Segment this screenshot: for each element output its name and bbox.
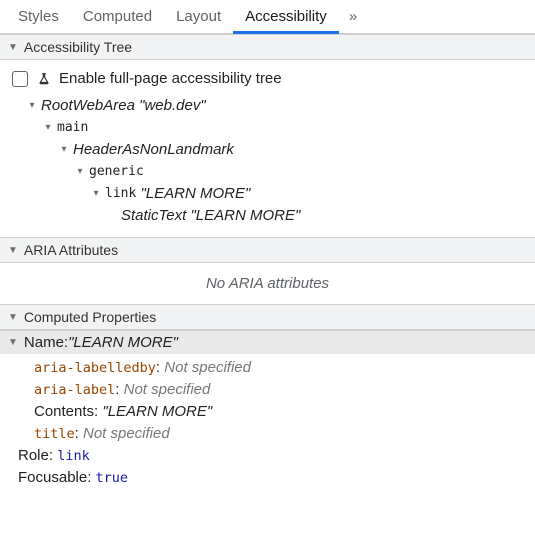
attr-value: Not specified xyxy=(83,425,170,442)
tab-styles[interactable]: Styles xyxy=(6,0,71,34)
tree-caret-icon[interactable]: ▾ xyxy=(74,161,86,183)
attr-name: title xyxy=(34,426,75,442)
tree-node-link[interactable]: ▾ link "LEARN MORE" xyxy=(12,183,525,205)
tab-computed[interactable]: Computed xyxy=(71,0,164,34)
prop-focusable: Focusable: true xyxy=(10,467,525,489)
prop-contents: Contents: "LEARN MORE" xyxy=(10,401,525,423)
section-header-computed-properties[interactable]: ▼ Computed Properties xyxy=(0,304,535,330)
tab-layout[interactable]: Layout xyxy=(164,0,233,34)
attr-name: aria-labelledby xyxy=(34,360,156,376)
section-title: Accessibility Tree xyxy=(24,39,132,55)
tree-caret-icon[interactable]: ▾ xyxy=(90,183,102,205)
prop-role: Role: link xyxy=(10,445,525,467)
attr-value: link xyxy=(57,448,90,464)
sep: : xyxy=(115,381,123,398)
tree-node-root[interactable]: ▾ RootWebArea "web.dev" xyxy=(12,95,525,117)
tree-node-statictext[interactable]: StaticText "LEARN MORE" xyxy=(12,205,525,227)
tree-role: main xyxy=(57,117,88,139)
experiment-flask-icon xyxy=(36,72,51,86)
tree-node-name: "LEARN MORE" xyxy=(140,183,250,205)
tree-node-name: "web.dev" xyxy=(139,95,206,117)
tree-role: link xyxy=(105,183,136,205)
tree-node-header[interactable]: ▾ HeaderAsNonLandmark xyxy=(12,139,525,161)
tab-bar: Styles Computed Layout Accessibility » xyxy=(0,0,535,34)
tree-caret-icon[interactable]: ▾ xyxy=(42,117,54,139)
tree-role: HeaderAsNonLandmark xyxy=(73,139,234,161)
disclosure-triangle-icon: ▼ xyxy=(8,42,18,53)
computed-name-value: "LEARN MORE" xyxy=(68,334,178,351)
tree-role: generic xyxy=(89,161,144,183)
sep: : xyxy=(75,425,83,442)
section-title: Computed Properties xyxy=(24,309,156,325)
attr-name: Role: xyxy=(18,447,57,464)
attr-value: true xyxy=(96,470,129,486)
computed-name-row[interactable]: ▼ Name: "LEARN MORE" xyxy=(0,330,535,354)
accessibility-tree-panel: Enable full-page accessibility tree ▾ Ro… xyxy=(0,60,535,237)
prop-aria-labelledby: aria-labelledby: Not specified xyxy=(10,357,525,379)
computed-name-label: Name: xyxy=(24,334,68,351)
prop-title: title: Not specified xyxy=(10,423,525,445)
attr-name: aria-label xyxy=(34,382,115,398)
attr-value: Not specified xyxy=(164,359,251,376)
tree-caret-icon[interactable]: ▾ xyxy=(26,95,38,117)
disclosure-triangle-icon[interactable]: ▼ xyxy=(8,337,18,348)
section-title: ARIA Attributes xyxy=(24,242,118,258)
more-tabs-button[interactable]: » xyxy=(339,2,367,31)
tree-node-name: "LEARN MORE" xyxy=(190,205,300,227)
attr-name: Focusable: xyxy=(18,469,96,486)
tab-accessibility[interactable]: Accessibility xyxy=(233,0,339,34)
section-header-accessibility-tree[interactable]: ▼ Accessibility Tree xyxy=(0,34,535,60)
enable-full-tree-checkbox[interactable] xyxy=(12,71,28,87)
attr-name: Contents: xyxy=(34,403,102,420)
sep: : xyxy=(156,359,164,376)
enable-full-tree-row: Enable full-page accessibility tree xyxy=(10,66,525,95)
tree-role: StaticText xyxy=(121,205,186,227)
disclosure-triangle-icon: ▼ xyxy=(8,312,18,323)
tree-role: RootWebArea xyxy=(41,95,135,117)
tree-node-generic[interactable]: ▾ generic xyxy=(12,161,525,183)
attr-value: "LEARN MORE" xyxy=(102,403,212,420)
disclosure-triangle-icon: ▼ xyxy=(8,245,18,256)
aria-empty-message: No ARIA attributes xyxy=(0,263,535,304)
prop-aria-label: aria-label: Not specified xyxy=(10,379,525,401)
section-header-aria-attributes[interactable]: ▼ ARIA Attributes xyxy=(0,237,535,263)
tree-node-main[interactable]: ▾ main xyxy=(12,117,525,139)
attr-value: Not specified xyxy=(124,381,211,398)
computed-properties-body: aria-labelledby: Not specified aria-labe… xyxy=(0,354,535,501)
enable-full-tree-label: Enable full-page accessibility tree xyxy=(59,70,282,87)
tree-caret-icon[interactable]: ▾ xyxy=(58,139,70,161)
accessibility-tree: ▾ RootWebArea "web.dev" ▾ main ▾ HeaderA… xyxy=(10,95,525,227)
